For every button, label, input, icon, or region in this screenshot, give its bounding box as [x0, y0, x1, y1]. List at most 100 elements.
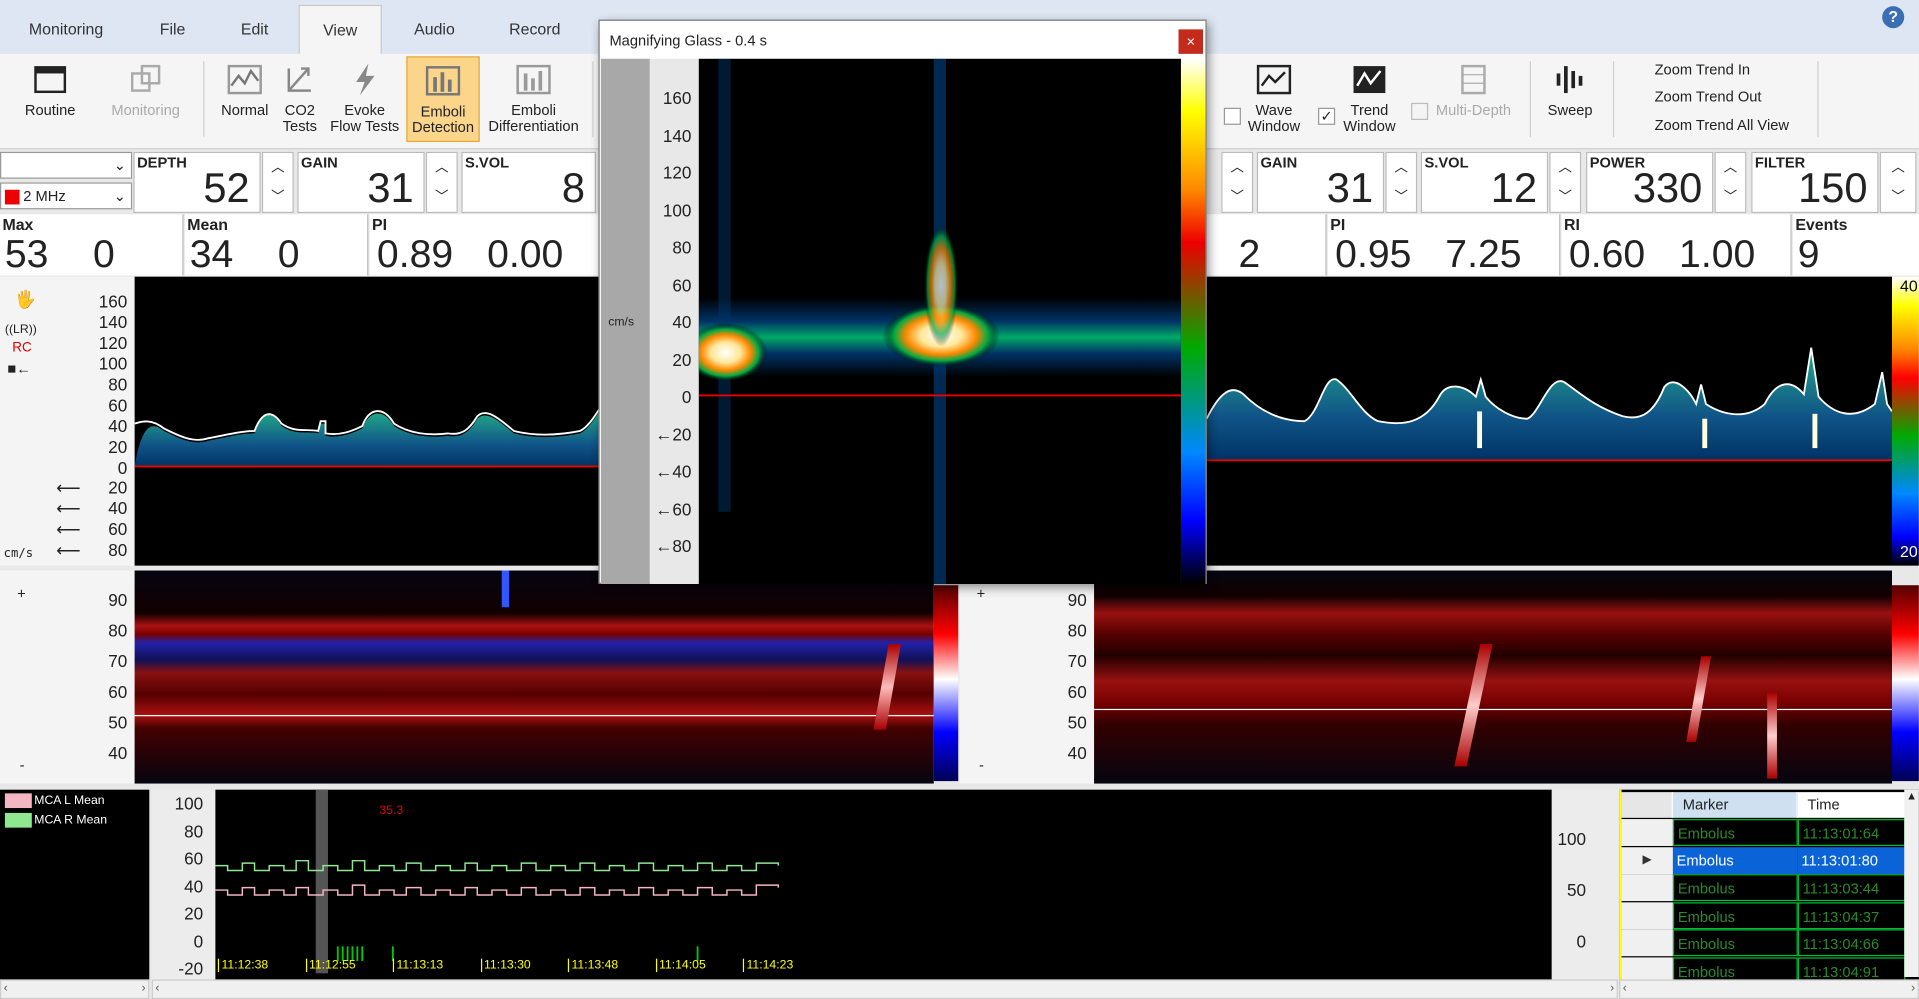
right-mmode-plus-button[interactable]: +	[977, 585, 986, 602]
monitoring-button[interactable]: Monitoring	[103, 56, 189, 142]
table-row[interactable]: Embolus 11:13:04:66	[1621, 929, 1906, 957]
time-cell[interactable]: 11:13:04:66	[1797, 929, 1906, 957]
co2-tests-button[interactable]: CO2 Tests	[279, 56, 321, 142]
legend-mca-l[interactable]: MCA L Mean	[4, 793, 105, 809]
magnifier-tick-label: 40	[672, 312, 692, 332]
row-header[interactable]	[1621, 901, 1673, 929]
time-cell[interactable]: 11:13:04:37	[1797, 901, 1906, 929]
trend-scrollbar[interactable]: ‹ ›	[151, 979, 1618, 999]
right-mmode-display[interactable]	[1094, 570, 1892, 784]
right-svol-field[interactable]: S.VOL 12	[1420, 151, 1549, 214]
depth-stepper[interactable]: ︿ ﹀	[261, 151, 294, 214]
legend-mca-r[interactable]: MCA R Mean	[4, 812, 107, 828]
filter-stepper[interactable]: ︿ ﹀	[1879, 151, 1917, 214]
left-doppler-spectrum[interactable]	[134, 276, 601, 566]
row-header[interactable]	[1621, 929, 1673, 957]
sweep-button[interactable]: Sweep	[1540, 56, 1601, 142]
emboli-differentiation-button[interactable]: Emboli Differentiation	[485, 56, 583, 142]
mmode-plus-button[interactable]: +	[17, 585, 26, 602]
marker-cell[interactable]: Embolus	[1672, 929, 1798, 957]
direction-arrow-icon[interactable]: ■←	[7, 360, 31, 377]
table-row[interactable]: ▶ Embolus 11:13:01:80	[1621, 846, 1906, 874]
help-icon[interactable]: ?	[1882, 6, 1905, 29]
chevron-up-icon[interactable]: ︿	[1387, 153, 1416, 182]
mmode-minus-button[interactable]: -	[20, 757, 25, 774]
gain-field[interactable]: GAIN 31	[297, 151, 425, 214]
gain-stepper[interactable]: ︿ ﹀	[425, 151, 458, 214]
chevron-up-icon[interactable]: ︿	[263, 153, 292, 182]
left-mmode-display[interactable]	[134, 570, 934, 784]
chevron-up-icon[interactable]: ︿	[1881, 153, 1915, 182]
wave-window-checkbox[interactable]	[1223, 107, 1241, 125]
table-row[interactable]: Embolus 11:13:04:37	[1621, 901, 1906, 929]
emboli-detection-button[interactable]: Emboli Detection	[406, 56, 480, 143]
filter-value: 150	[1798, 165, 1868, 212]
chevron-down-icon[interactable]: ﹀	[1716, 182, 1745, 211]
multi-depth-button[interactable]: Multi-Depth	[1429, 56, 1517, 142]
depth-field[interactable]: DEPTH 52	[133, 151, 261, 214]
table-scrollbar[interactable]: ▲	[1904, 789, 1919, 977]
marker-cell[interactable]: Embolus	[1672, 846, 1798, 874]
table-hscrollbar[interactable]: ‹ ›	[1619, 979, 1919, 999]
zoom-trend-in-button[interactable]: Zoom Trend In	[1655, 61, 1751, 78]
tab-audio[interactable]: Audio	[394, 5, 475, 54]
power-stepper[interactable]: ︿ ﹀	[1714, 151, 1747, 214]
filter-field[interactable]: FILTER 150	[1751, 151, 1879, 214]
left-depth-marker-line[interactable]	[134, 714, 934, 717]
right-doppler-spectrum[interactable]	[1205, 276, 1893, 566]
chevron-down-icon[interactable]: ﹀	[263, 182, 292, 211]
normal-button[interactable]: Normal	[215, 56, 274, 142]
legend-scrollbar[interactable]: ‹ ›	[0, 979, 150, 999]
chevron-down-icon[interactable]: ﹀	[1387, 182, 1416, 211]
multi-depth-checkbox[interactable]	[1411, 102, 1429, 120]
time-cell[interactable]: 11:13:01:64	[1797, 819, 1906, 846]
wave-window-button[interactable]: Wave Window	[1243, 56, 1304, 142]
trend-window-checkbox[interactable]: ✓	[1318, 107, 1336, 125]
close-icon[interactable]: ×	[1178, 29, 1203, 54]
left-spectrum-axis: 160 140 120 100 80 60 40 20 0 ⟵ 20 ⟵ 40 ⟵ 60 ⟵ 80	[46, 276, 135, 566]
time-cell[interactable]: 11:13:03:44	[1797, 874, 1906, 902]
chevron-up-icon[interactable]: ︿	[1223, 153, 1252, 182]
trend-chart[interactable]: 35.3 11:12:38 11:12:55 11:13:13 11:13:30 11:…	[215, 789, 1552, 980]
row-header[interactable]	[1621, 819, 1673, 846]
time-cell[interactable]: 11:13:01:80	[1797, 846, 1906, 874]
right-gain-stepper[interactable]: ︿ ﹀	[1385, 151, 1418, 214]
chevron-down-icon[interactable]: ﹀	[1551, 182, 1580, 211]
chevron-up-icon[interactable]: ︿	[427, 153, 456, 182]
marker-cell[interactable]: Embolus	[1672, 874, 1798, 902]
power-field[interactable]: POWER 330	[1586, 151, 1714, 214]
magnifier-spectrum[interactable]	[698, 58, 1181, 584]
tab-file[interactable]: File	[135, 5, 211, 54]
tab-monitoring[interactable]: Monitoring	[12, 5, 120, 54]
chevron-down-icon[interactable]: ﹀	[1881, 182, 1915, 211]
trend-window-button[interactable]: Trend Window	[1339, 56, 1400, 142]
table-row[interactable]: Embolus 11:13:01:64	[1621, 819, 1906, 846]
svol-field[interactable]: S.VOL 8	[461, 151, 596, 214]
row-header[interactable]: ▶	[1621, 846, 1673, 874]
stepper-partial[interactable]: ︿ ﹀	[1221, 151, 1254, 214]
chevron-up-icon[interactable]: ︿	[1716, 153, 1745, 182]
chevron-down-icon[interactable]: ﹀	[427, 182, 456, 211]
row-header[interactable]	[1621, 874, 1673, 902]
evoke-flow-tests-button[interactable]: Evoke Flow Tests	[328, 56, 401, 142]
right-svol-stepper[interactable]: ︿ ﹀	[1549, 151, 1582, 214]
routine-button[interactable]: Routine	[15, 56, 86, 142]
chevron-down-icon[interactable]: ﹀	[1223, 182, 1252, 211]
zoom-trend-all-button[interactable]: Zoom Trend All View	[1655, 116, 1789, 133]
probe-frequency-select[interactable]: 2 MHz ⌄	[0, 182, 133, 210]
tab-view[interactable]: View	[298, 4, 382, 54]
probe-icon[interactable]: 🖐	[15, 289, 36, 310]
table-row[interactable]: Embolus 11:13:03:44	[1621, 874, 1906, 902]
right-mmode-minus-button[interactable]: -	[979, 757, 984, 774]
trend-y-axis: 100 80 60 40 20 0 -20	[151, 789, 216, 980]
right-gain-field[interactable]: GAIN 31	[1256, 151, 1385, 214]
chevron-up-icon[interactable]: ︿	[1551, 153, 1580, 182]
tab-edit[interactable]: Edit	[220, 5, 289, 54]
marker-cell[interactable]: Embolus	[1672, 901, 1798, 929]
time-column-header[interactable]: Time	[1797, 792, 1906, 818]
marker-cell[interactable]: Embolus	[1672, 819, 1798, 846]
probe-select-empty[interactable]: ⌄	[0, 151, 133, 179]
tab-record[interactable]: Record	[494, 5, 575, 54]
zoom-trend-out-button[interactable]: Zoom Trend Out	[1655, 88, 1762, 105]
marker-column-header[interactable]: Marker	[1672, 792, 1798, 818]
